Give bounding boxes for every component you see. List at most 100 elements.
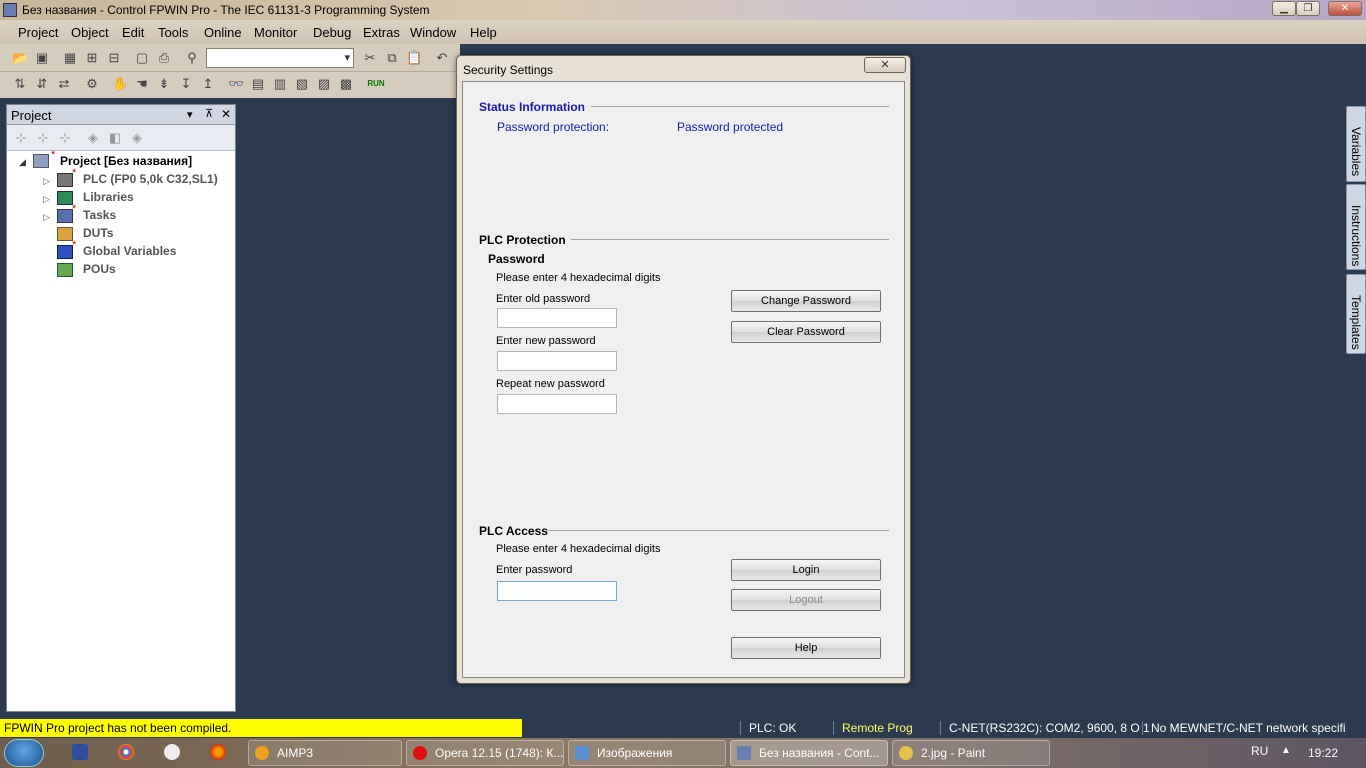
step-icon[interactable]: ⇟ (156, 76, 172, 92)
tray-expand-icon[interactable]: ▲ (1281, 745, 1291, 756)
run-mode-icon[interactable]: RUN (364, 76, 388, 92)
project-panel: Project ▾ ⊼ ✕ ⊹ ⊹ ⊹ ◈ ◧ ◈ ◢ Project [Без… (6, 104, 236, 712)
transfer-icon[interactable]: ⇄ (56, 76, 72, 92)
app-quick-icon[interactable] (164, 744, 180, 760)
language-indicator[interactable]: RU (1251, 744, 1268, 758)
save-icon[interactable]: ▣ (34, 50, 50, 66)
taskbar-fpwin[interactable]: Без названия - Cont... (730, 740, 888, 766)
menu-debug[interactable]: Debug (313, 25, 351, 40)
tree-project[interactable]: Project [Без названия] (60, 154, 192, 168)
print-preview-icon[interactable]: ▢ (134, 50, 150, 66)
build-icon[interactable]: ⊟ (106, 50, 122, 66)
tree-tasks[interactable]: Tasks (83, 208, 116, 222)
tree-duts[interactable]: DUTs (83, 226, 113, 240)
new-password-input[interactable] (497, 351, 617, 371)
compile-icon[interactable]: ⊞ (84, 50, 100, 66)
step-out-icon[interactable]: ↥ (200, 76, 216, 92)
open-icon[interactable]: 📂 (12, 50, 28, 66)
find-icon[interactable]: ⚲ (184, 50, 200, 66)
panel-close-icon[interactable]: ✕ (221, 107, 231, 121)
undo-icon[interactable]: ↶ (434, 50, 450, 66)
repeat-password-input[interactable] (497, 394, 617, 414)
project-icon[interactable]: ▦ (62, 50, 78, 66)
toolbar-combo[interactable] (206, 48, 354, 68)
menu-object[interactable]: Object (71, 25, 109, 40)
taskbar-paint[interactable]: 2.jpg - Paint (892, 740, 1050, 766)
tree-plc[interactable]: PLC (FP0 5,0k C32,SL1) (83, 172, 218, 186)
print-icon[interactable]: ⎙ (156, 50, 172, 66)
security-settings-dialog: Security Settings ✕ Status Information P… (456, 55, 911, 684)
paste-icon[interactable]: 📋 (406, 50, 422, 66)
old-password-input[interactable] (497, 308, 617, 328)
tab-templates[interactable]: Templates (1346, 274, 1366, 354)
plc-icon[interactable]: ⚙ (84, 76, 100, 92)
floppy-icon[interactable] (72, 744, 88, 760)
panel-dropdown-icon[interactable]: ▾ (187, 108, 193, 121)
clock[interactable]: 19:22 (1308, 746, 1338, 760)
download-icon[interactable]: ⇵ (34, 76, 50, 92)
menu-help[interactable]: Help (470, 25, 497, 40)
project-panel-title: Project (11, 108, 52, 123)
menu-tools[interactable]: Tools (158, 25, 188, 40)
menu-monitor[interactable]: Monitor (254, 25, 297, 40)
tree-insert-icon[interactable]: ⊹ (35, 130, 51, 146)
paint-icon (899, 746, 913, 760)
collapse-icon[interactable]: ◢ (19, 157, 26, 168)
expand-icon[interactable]: ▷ (43, 212, 50, 223)
taskbar: AIMP3 Opera 12.15 (1748): К... Изображен… (0, 738, 1366, 768)
hand-step-icon[interactable]: ☚ (134, 76, 150, 92)
chart-icon[interactable]: ▤ (250, 76, 266, 92)
tree-global-variables[interactable]: Global Variables (83, 244, 176, 258)
maximize-button[interactable]: ❐ (1296, 1, 1320, 16)
taskbar-images[interactable]: Изображения (568, 740, 726, 766)
hand-icon[interactable]: ✋ (112, 76, 128, 92)
expand-icon[interactable]: ▷ (43, 194, 50, 205)
firefox-icon[interactable] (210, 744, 226, 760)
monitor-icon[interactable]: 👓 (228, 76, 244, 92)
tree-libraries[interactable]: Libraries (83, 190, 134, 204)
taskbar-aimp[interactable]: AIMP3 (248, 740, 402, 766)
expand-icon[interactable]: ▷ (43, 176, 50, 187)
menu-extras[interactable]: Extras (363, 25, 400, 40)
tree-build-icon[interactable]: ◈ (129, 130, 145, 146)
chart-edit-icon[interactable]: ▥ (272, 76, 288, 92)
close-window-button[interactable]: ✕ (1328, 1, 1362, 16)
tree-lib-icon[interactable]: ◧ (107, 130, 123, 146)
tree-add-icon[interactable]: ⊹ (13, 130, 29, 146)
menu-edit[interactable]: Edit (122, 25, 144, 40)
tab-instructions[interactable]: Instructions (1346, 184, 1366, 270)
upload-icon[interactable]: ⇅ (12, 76, 28, 92)
tree-remove-icon[interactable]: ⊹ (57, 130, 73, 146)
login-button[interactable]: Login (731, 559, 881, 581)
chart-stop-icon[interactable]: ▩ (338, 76, 354, 92)
change-password-button[interactable]: Change Password (731, 290, 881, 312)
minimize-button[interactable]: ▁ (1272, 1, 1296, 16)
access-password-input[interactable] (497, 581, 617, 601)
libraries-icon (57, 191, 73, 205)
clear-password-button[interactable]: Clear Password (731, 321, 881, 343)
chart-view-icon[interactable]: ▧ (294, 76, 310, 92)
project-panel-toolbar: ⊹ ⊹ ⊹ ◈ ◧ ◈ (7, 125, 235, 151)
menu-window[interactable]: Window (410, 25, 456, 40)
chrome-icon[interactable] (118, 744, 134, 760)
step-in-icon[interactable]: ↧ (178, 76, 194, 92)
password-subheading: Password (488, 252, 545, 266)
menu-online[interactable]: Online (204, 25, 242, 40)
pin-icon[interactable]: ⊼ (205, 107, 213, 120)
start-button[interactable] (4, 739, 44, 767)
chart-run-icon[interactable]: ▨ (316, 76, 332, 92)
copy-icon[interactable]: ⧉ (384, 50, 400, 66)
window-title: Без названия - Control FPWIN Pro - The I… (22, 3, 430, 17)
enter-password-label: Enter password (496, 564, 573, 576)
menu-project[interactable]: Project (18, 25, 58, 40)
standard-toolbar: 📂 ▣ ▦ ⊞ ⊟ ▢ ⎙ ⚲ ✂ ⧉ 📋 ↶ (0, 44, 460, 72)
tree-compile-icon[interactable]: ◈ (85, 130, 101, 146)
cut-icon[interactable]: ✂ (362, 50, 378, 66)
logout-button[interactable]: Logout (731, 589, 881, 611)
old-password-label: Enter old password (496, 293, 591, 305)
taskbar-opera[interactable]: Opera 12.15 (1748): К... (406, 740, 564, 766)
tree-pous[interactable]: POUs (83, 262, 116, 276)
help-button[interactable]: Help (731, 637, 881, 659)
tab-variables[interactable]: Variables (1346, 106, 1366, 182)
dialog-close-button[interactable]: ✕ (864, 57, 906, 73)
